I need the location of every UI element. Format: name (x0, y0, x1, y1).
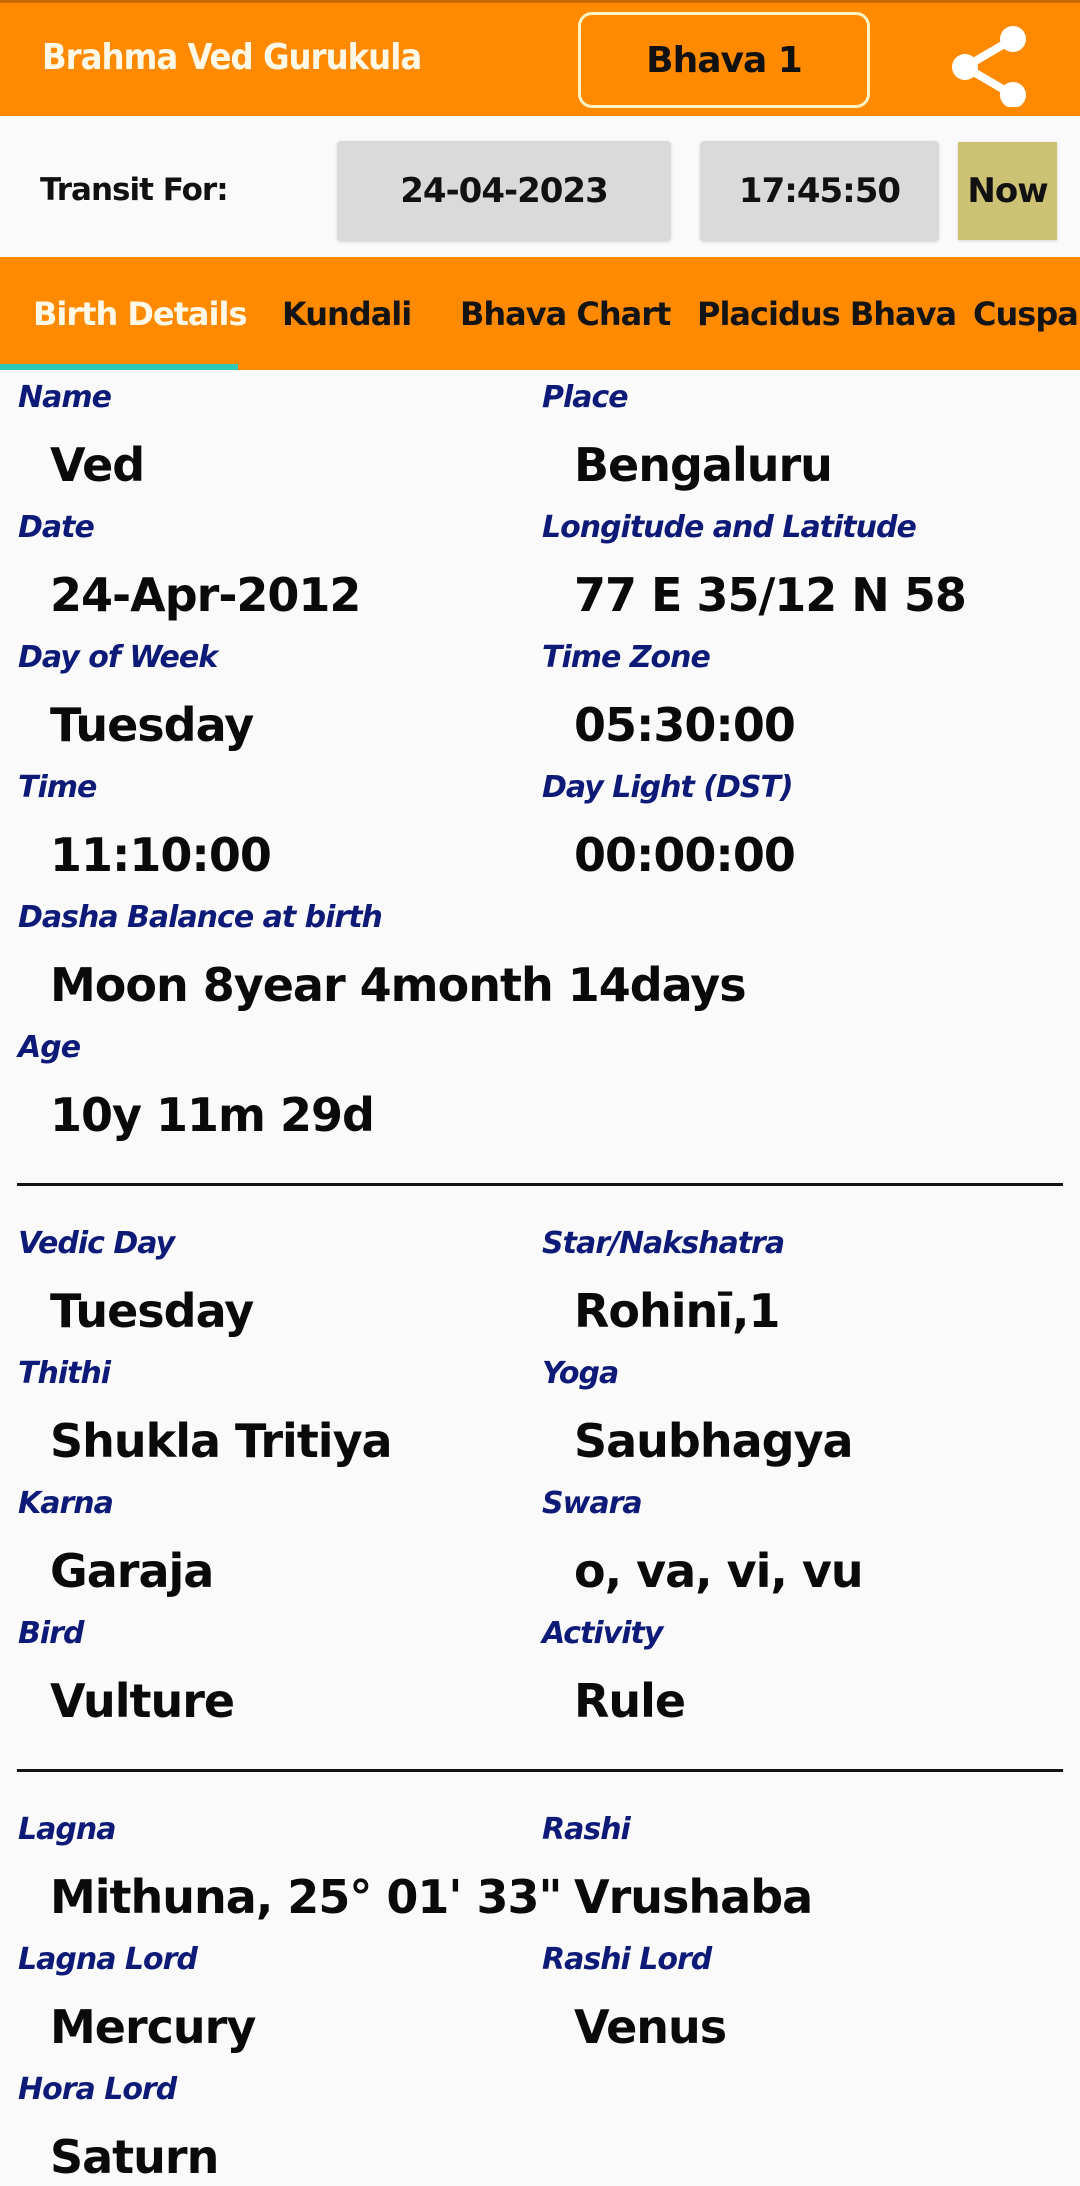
tab-kundali[interactable]: Kundali (282, 295, 412, 333)
rashi-lord-value: Venus (574, 2000, 727, 2054)
yoga-label: Yoga (542, 1356, 619, 1391)
transit-label: Transit For: (40, 172, 229, 208)
share-button[interactable] (945, 17, 1035, 108)
now-button[interactable]: Now (958, 142, 1057, 240)
rashi-label: Rashi (542, 1812, 631, 1847)
hora-lord-value: Saturn (50, 2130, 219, 2184)
tab-birth-details[interactable]: Birth Details (33, 295, 247, 333)
time-label: Time (18, 770, 97, 805)
swara-label: Swara (542, 1486, 643, 1521)
age-value: 10y 11m 29d (50, 1088, 375, 1142)
dasha-value: Moon 8year 4month 14days (50, 958, 747, 1012)
place-value: Bengaluru (574, 438, 833, 492)
dasha-label: Dasha Balance at birth (18, 900, 383, 935)
swara-value: o, va, vi, vu (574, 1544, 864, 1598)
day-of-week-label: Day of Week (18, 640, 218, 675)
activity-value: Rule (574, 1674, 686, 1728)
lagna-value: Mithuna, 25° 01' 33" (50, 1870, 562, 1924)
vedic-day-label: Vedic Day (18, 1226, 175, 1261)
dst-label: Day Light (DST) (542, 770, 794, 805)
timezone-label: Time Zone (542, 640, 711, 675)
lagna-label: Lagna (18, 1812, 116, 1847)
activity-label: Activity (542, 1616, 663, 1651)
karna-label: Karna (18, 1486, 114, 1521)
app-title: Brahma Ved Gurukula (42, 37, 422, 78)
place-label: Place (542, 380, 629, 415)
rashi-lord-label: Rashi Lord (542, 1942, 712, 1977)
app-header: Brahma Ved Gurukula Bhava 1 (0, 0, 1080, 116)
thithi-label: Thithi (18, 1356, 111, 1391)
date-value: 24-Apr-2012 (50, 568, 361, 622)
nakshatra-label: Star/Nakshatra (542, 1226, 785, 1261)
share-icon (952, 26, 1026, 108)
bird-value: Vulture (50, 1674, 235, 1728)
name-value: Ved (50, 438, 145, 492)
bhava-selector-button[interactable]: Bhava 1 (578, 12, 870, 108)
timezone-value: 05:30:00 (574, 698, 796, 752)
dst-value: 00:00:00 (574, 828, 796, 882)
tab-bhava-chart[interactable]: Bhava Chart (460, 295, 671, 333)
active-tab-indicator (0, 364, 238, 370)
day-of-week-value: Tuesday (50, 698, 254, 752)
lonlat-value: 77 E 35/12 N 58 (574, 568, 967, 622)
karna-value: Garaja (50, 1544, 214, 1598)
lonlat-label: Longitude and Latitude (542, 510, 917, 545)
bird-label: Bird (18, 1616, 84, 1651)
lagna-lord-value: Mercury (50, 2000, 256, 2054)
tab-bar: Birth Details Kundali Bhava Chart Placid… (0, 257, 1080, 370)
yoga-value: Saubhagya (574, 1414, 854, 1468)
age-label: Age (18, 1030, 81, 1065)
date-label: Date (18, 510, 95, 545)
vedic-day-value: Tuesday (50, 1284, 254, 1338)
hora-lord-label: Hora Lord (18, 2072, 177, 2107)
transit-time-picker[interactable]: 17:45:50 (700, 141, 939, 241)
section-divider (17, 1183, 1063, 1186)
time-value: 11:10:00 (50, 828, 272, 882)
name-label: Name (18, 380, 112, 415)
thithi-value: Shukla Tritiya (50, 1414, 393, 1468)
nakshatra-value: Rohinī,1 (574, 1284, 781, 1338)
section-divider (17, 1769, 1063, 1772)
transit-row: Transit For: 24-04-2023 17:45:50 Now (0, 116, 1080, 257)
rashi-value: Vrushaba (574, 1870, 813, 1924)
transit-date-picker[interactable]: 24-04-2023 (337, 141, 671, 241)
lagna-lord-label: Lagna Lord (18, 1942, 198, 1977)
tab-placidus-bhava[interactable]: Placidus Bhava (697, 295, 957, 333)
tab-cuspal[interactable]: Cuspal L (973, 295, 1080, 333)
